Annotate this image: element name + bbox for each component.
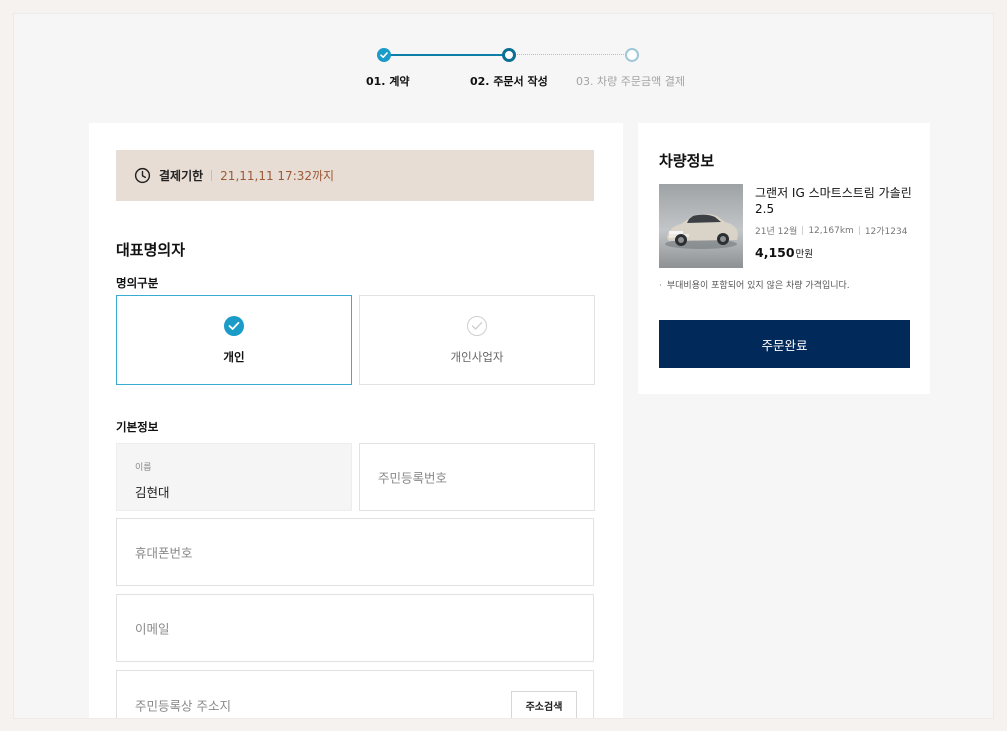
step-3-dot-icon [625, 48, 639, 62]
clock-icon [134, 167, 151, 184]
name-field: 이름 김현대 [116, 443, 352, 511]
vehicle-year: 21년 12월 [755, 227, 798, 237]
address-input[interactable]: 주민등록상 주소지 주소검색 [116, 670, 594, 718]
owner-type-sole-proprietor-label: 개인사업자 [450, 349, 504, 364]
vehicle-thumbnail [659, 184, 743, 268]
stepper-line-todo [509, 54, 632, 55]
vehicle-price-unit: 만원 [795, 249, 814, 260]
deadline-label: 결제기한 [159, 169, 204, 183]
step-3-label: 03. 차량 주문금액 결제 [576, 75, 685, 88]
name-field-value: 김현대 [135, 485, 170, 500]
meta-divider [802, 226, 804, 235]
address-search-button[interactable]: 주소검색 [511, 691, 577, 718]
vehicle-mileage: 12,167km [808, 225, 854, 236]
email-placeholder: 이메일 [135, 621, 170, 637]
car-image-icon [665, 213, 738, 249]
step-2-label: 02. 주문서 작성 [470, 75, 548, 88]
step-1-label: 01. 계약 [366, 75, 410, 88]
vehicle-info-title: 차량정보 [659, 152, 715, 170]
owner-type-individual-label: 개인 [223, 349, 245, 364]
meta-divider [858, 226, 860, 235]
bullet-icon: · [659, 281, 662, 291]
step-1-check-icon [377, 48, 391, 62]
order-page-frame: 01. 계약 02. 주문서 작성 03. 차량 주문금액 결제 결제기한 21… [14, 14, 993, 718]
vehicle-info-card: 차량정보 그랜저 IG 스마트스트림 가솔린 2.5 21년 12월 12,16… [638, 123, 930, 394]
resident-number-input[interactable]: 주민등록번호 [359, 443, 595, 511]
order-stepper: 01. 계약 02. 주문서 작성 03. 차량 주문금액 결제 [14, 14, 993, 124]
phone-placeholder: 휴대폰번호 [135, 545, 193, 561]
owner-type-individual[interactable]: 개인 [116, 295, 352, 385]
phone-input[interactable]: 휴대폰번호 [116, 518, 594, 586]
vehicle-plate: 12가1234 [864, 227, 908, 237]
stepper-line-done [384, 54, 509, 56]
address-placeholder: 주민등록상 주소지 [135, 698, 231, 714]
order-complete-button[interactable]: 주문완료 [659, 320, 910, 368]
basic-info-title: 기본정보 [116, 420, 159, 434]
owner-section-title: 대표명의자 [116, 241, 186, 259]
vehicle-price-value: 4,150 [755, 245, 795, 260]
resident-number-placeholder: 주민등록번호 [378, 470, 448, 486]
check-circle-outline-icon [467, 315, 487, 336]
vehicle-price-note-text: 부대비용이 포함되어 있지 않은 차량 가격입니다. [666, 281, 850, 291]
step-2-dot-icon [502, 48, 516, 62]
deadline-divider [211, 170, 213, 181]
payment-deadline-banner: 결제기한 21,11,11 17:32까지 [116, 150, 594, 201]
owner-type-sole-proprietor[interactable]: 개인사업자 [359, 295, 595, 385]
vehicle-name: 그랜저 IG 스마트스트림 가솔린 2.5 [755, 186, 912, 216]
vehicle-price-note: · 부대비용이 포함되어 있지 않은 차량 가격입니다. [659, 278, 850, 291]
deadline-value: 21,11,11 17:32까지 [220, 169, 335, 183]
check-circle-icon [224, 315, 244, 336]
vehicle-meta: 21년 12월 12,167km 12가1234 [755, 224, 908, 238]
owner-type-title: 명의구분 [116, 276, 159, 290]
email-input[interactable]: 이메일 [116, 594, 594, 662]
owner-form-card: 결제기한 21,11,11 17:32까지 대표명의자 명의구분 개인 개인사업… [89, 123, 623, 718]
name-field-label: 이름 [135, 463, 152, 473]
vehicle-price: 4,150만원 [755, 242, 813, 261]
